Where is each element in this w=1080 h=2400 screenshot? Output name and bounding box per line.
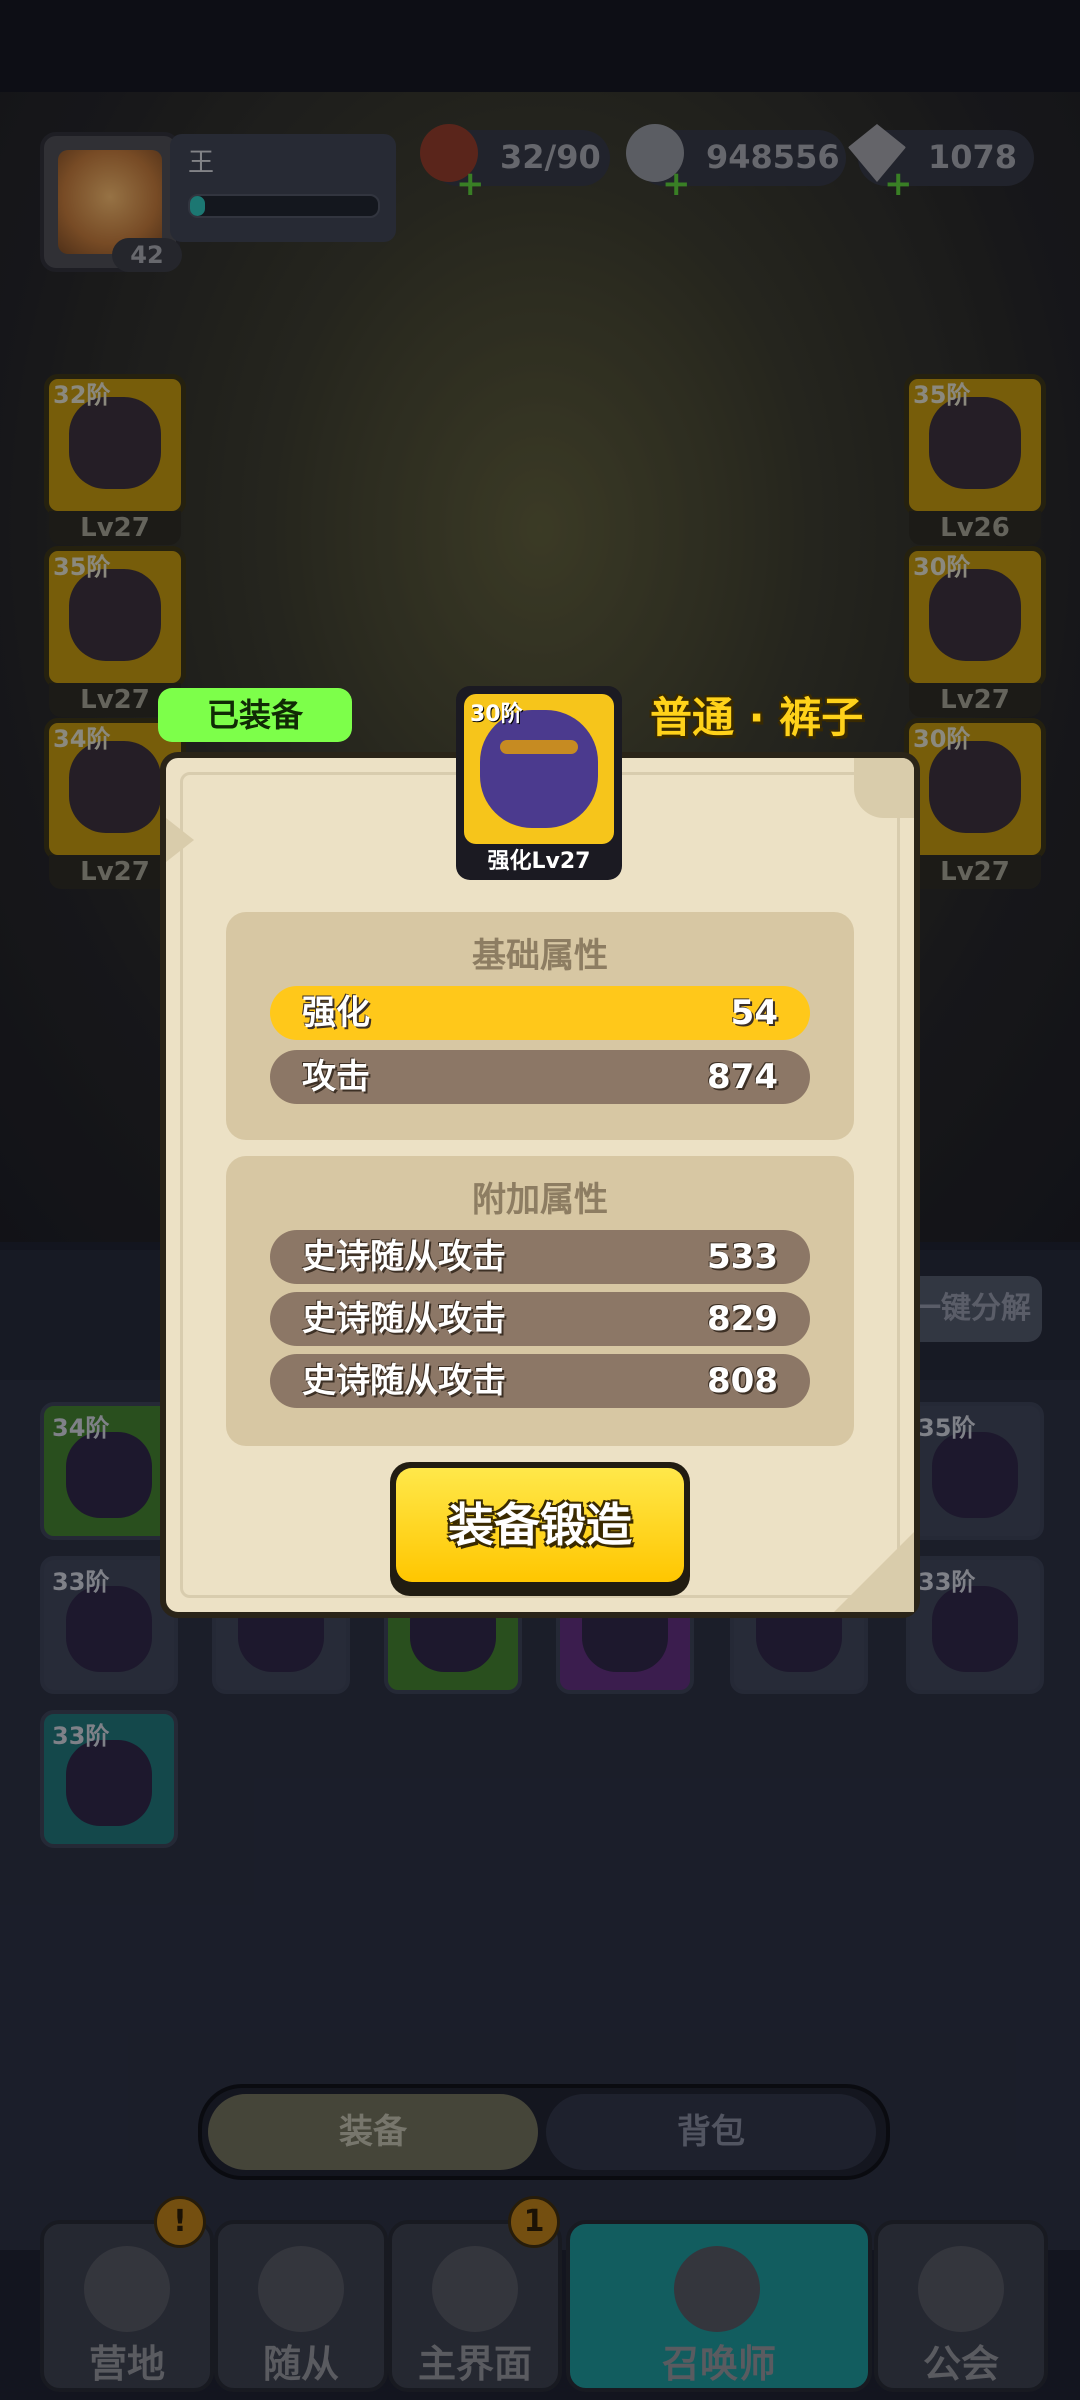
stat-label: 攻击 — [302, 1057, 370, 1097]
stat-value: 874 — [707, 1057, 778, 1097]
stat-row: 史诗随从攻击 533 — [270, 1230, 810, 1284]
belt-icon — [500, 740, 578, 754]
stat-value: 54 — [730, 993, 778, 1033]
paper-fold — [854, 758, 914, 818]
forge-button-face: 装备锻造 — [396, 1468, 684, 1582]
forge-equipment-button[interactable]: 装备锻造 — [390, 1462, 690, 1596]
stat-value: 808 — [707, 1361, 778, 1401]
extra-attributes-section: 附加属性 史诗随从攻击 533 史诗随从攻击 829 史诗随从攻击 808 — [226, 1156, 854, 1446]
forge-button-label: 装备锻造 — [448, 1498, 632, 1552]
base-attributes-section: 基础属性 强化 54 攻击 874 — [226, 912, 854, 1140]
stat-value: 533 — [707, 1237, 778, 1277]
stat-row: 攻击 874 — [270, 1050, 810, 1104]
item-card: 30阶 强化Lv27 — [456, 686, 622, 880]
stat-label: 史诗随从攻击 — [302, 1237, 506, 1277]
stat-row: 史诗随从攻击 829 — [270, 1292, 810, 1346]
section-title: 基础属性 — [472, 936, 608, 976]
paper-fold — [166, 818, 194, 862]
item-name: 普通 · 裤子 — [650, 693, 864, 742]
stat-label: 强化 — [302, 993, 370, 1033]
paper-fold — [834, 1532, 914, 1612]
stat-label: 史诗随从攻击 — [302, 1299, 506, 1339]
section-title: 附加属性 — [472, 1180, 608, 1220]
stat-row: 史诗随从攻击 808 — [270, 1354, 810, 1408]
item-icon-frame: 30阶 — [464, 694, 614, 844]
stat-row: 强化 54 — [270, 986, 810, 1040]
stat-value: 829 — [707, 1299, 778, 1339]
stat-label: 史诗随从攻击 — [302, 1361, 506, 1401]
item-tier: 30阶 — [470, 702, 523, 727]
equipped-tag: 已装备 — [158, 688, 352, 742]
item-enhance-level: 强化Lv27 — [487, 849, 591, 874]
